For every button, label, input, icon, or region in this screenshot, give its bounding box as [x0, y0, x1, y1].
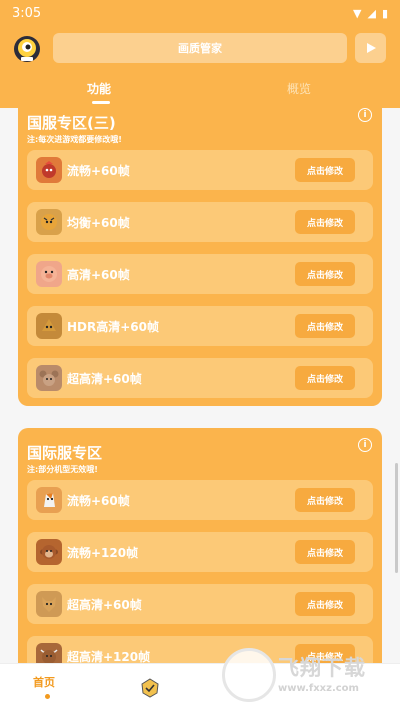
list-item[interactable]: HDR高清+60帧 点击修改: [27, 306, 373, 346]
status-time: 3:05: [12, 5, 42, 21]
watermark-text: 飞翔下载: [278, 656, 366, 680]
item-label: 超高清+120帧: [67, 650, 151, 663]
item-label: 均衡+60帧: [67, 216, 130, 230]
modify-button[interactable]: 点击修改: [295, 262, 355, 286]
ox-icon: [36, 643, 62, 663]
watermark-url: www.fxxz.com: [278, 683, 359, 694]
modify-button[interactable]: 点击修改: [295, 540, 355, 564]
item-label: 超高清+60帧: [67, 372, 142, 386]
item-label: 流畅+60帧: [67, 494, 130, 508]
modify-button[interactable]: 点击修改: [295, 488, 355, 512]
list-item[interactable]: 流畅+60帧 点击修改: [27, 480, 373, 520]
tiger-icon: [36, 209, 62, 235]
tab-overview[interactable]: 概览: [287, 80, 311, 97]
modify-button[interactable]: 点击修改: [295, 158, 355, 182]
list-item[interactable]: 流畅+120帧 点击修改: [27, 532, 373, 572]
signal-icon: ◢: [367, 6, 376, 20]
app-header: 画质管家: [0, 26, 400, 72]
list-item[interactable]: 超高清+60帧 点击修改: [27, 584, 373, 624]
info-icon[interactable]: i: [358, 108, 372, 122]
watermark-logo-icon: [222, 648, 276, 702]
section-note: 注:每次进游戏都要修改哦!: [27, 135, 122, 144]
item-label: 流畅+120帧: [67, 546, 139, 560]
wifi-icon: ▼: [353, 6, 362, 20]
battery-icon: ▮: [381, 6, 388, 20]
avatar[interactable]: [10, 32, 44, 66]
dragon-icon: [36, 313, 62, 339]
mouse-icon: [36, 365, 62, 391]
play-button[interactable]: [355, 33, 386, 63]
section-title: 国服专区(三): [27, 114, 116, 132]
info-icon[interactable]: i: [358, 438, 372, 452]
horse-icon: [36, 487, 62, 513]
main-content[interactable]: 国服专区(三) 注:每次进游戏都要修改哦! i 流畅+60帧 点击修改 均衡+6…: [0, 108, 400, 663]
section-intl: 国际服专区 注:部分机型无效哦! i 流畅+60帧 点击修改 流畅+120帧 点…: [18, 428, 382, 663]
status-icons: ▼ ◢ ▮: [353, 7, 388, 20]
list-item[interactable]: 超高清+60帧 点击修改: [27, 358, 373, 398]
list-item[interactable]: 均衡+60帧 点击修改: [27, 202, 373, 242]
nav-badge-icon[interactable]: [140, 678, 160, 698]
pig-icon: [36, 261, 62, 287]
item-label: 流畅+60帧: [67, 164, 130, 178]
app-title[interactable]: 画质管家: [53, 33, 347, 63]
tab-bar: 功能 概览: [0, 72, 400, 108]
rooster-icon: [36, 157, 62, 183]
mascot-icon: [14, 36, 40, 62]
tab-features[interactable]: 功能: [87, 80, 111, 97]
item-label: HDR高清+60帧: [67, 320, 159, 334]
nav-active-dot: [45, 694, 50, 699]
modify-button[interactable]: 点击修改: [295, 592, 355, 616]
scrollbar[interactable]: [395, 463, 398, 573]
nav-home[interactable]: 首页: [33, 674, 55, 690]
modify-button[interactable]: 点击修改: [295, 366, 355, 390]
section-title: 国际服专区: [27, 444, 103, 462]
list-item[interactable]: 流畅+60帧 点击修改: [27, 150, 373, 190]
tab-indicator: [92, 101, 110, 104]
status-bar: 3:05 ▼ ◢ ▮: [0, 0, 400, 26]
list-item[interactable]: 高清+60帧 点击修改: [27, 254, 373, 294]
modify-button[interactable]: 点击修改: [295, 210, 355, 234]
dog-icon: [36, 591, 62, 617]
section-note: 注:部分机型无效哦!: [27, 465, 98, 474]
play-icon: [366, 43, 376, 53]
item-label: 高清+60帧: [67, 268, 130, 282]
modify-button[interactable]: 点击修改: [295, 314, 355, 338]
section-cn: 国服专区(三) 注:每次进游戏都要修改哦! i 流畅+60帧 点击修改 均衡+6…: [18, 108, 382, 406]
item-label: 超高清+60帧: [67, 598, 142, 612]
monkey-icon: [36, 539, 62, 565]
